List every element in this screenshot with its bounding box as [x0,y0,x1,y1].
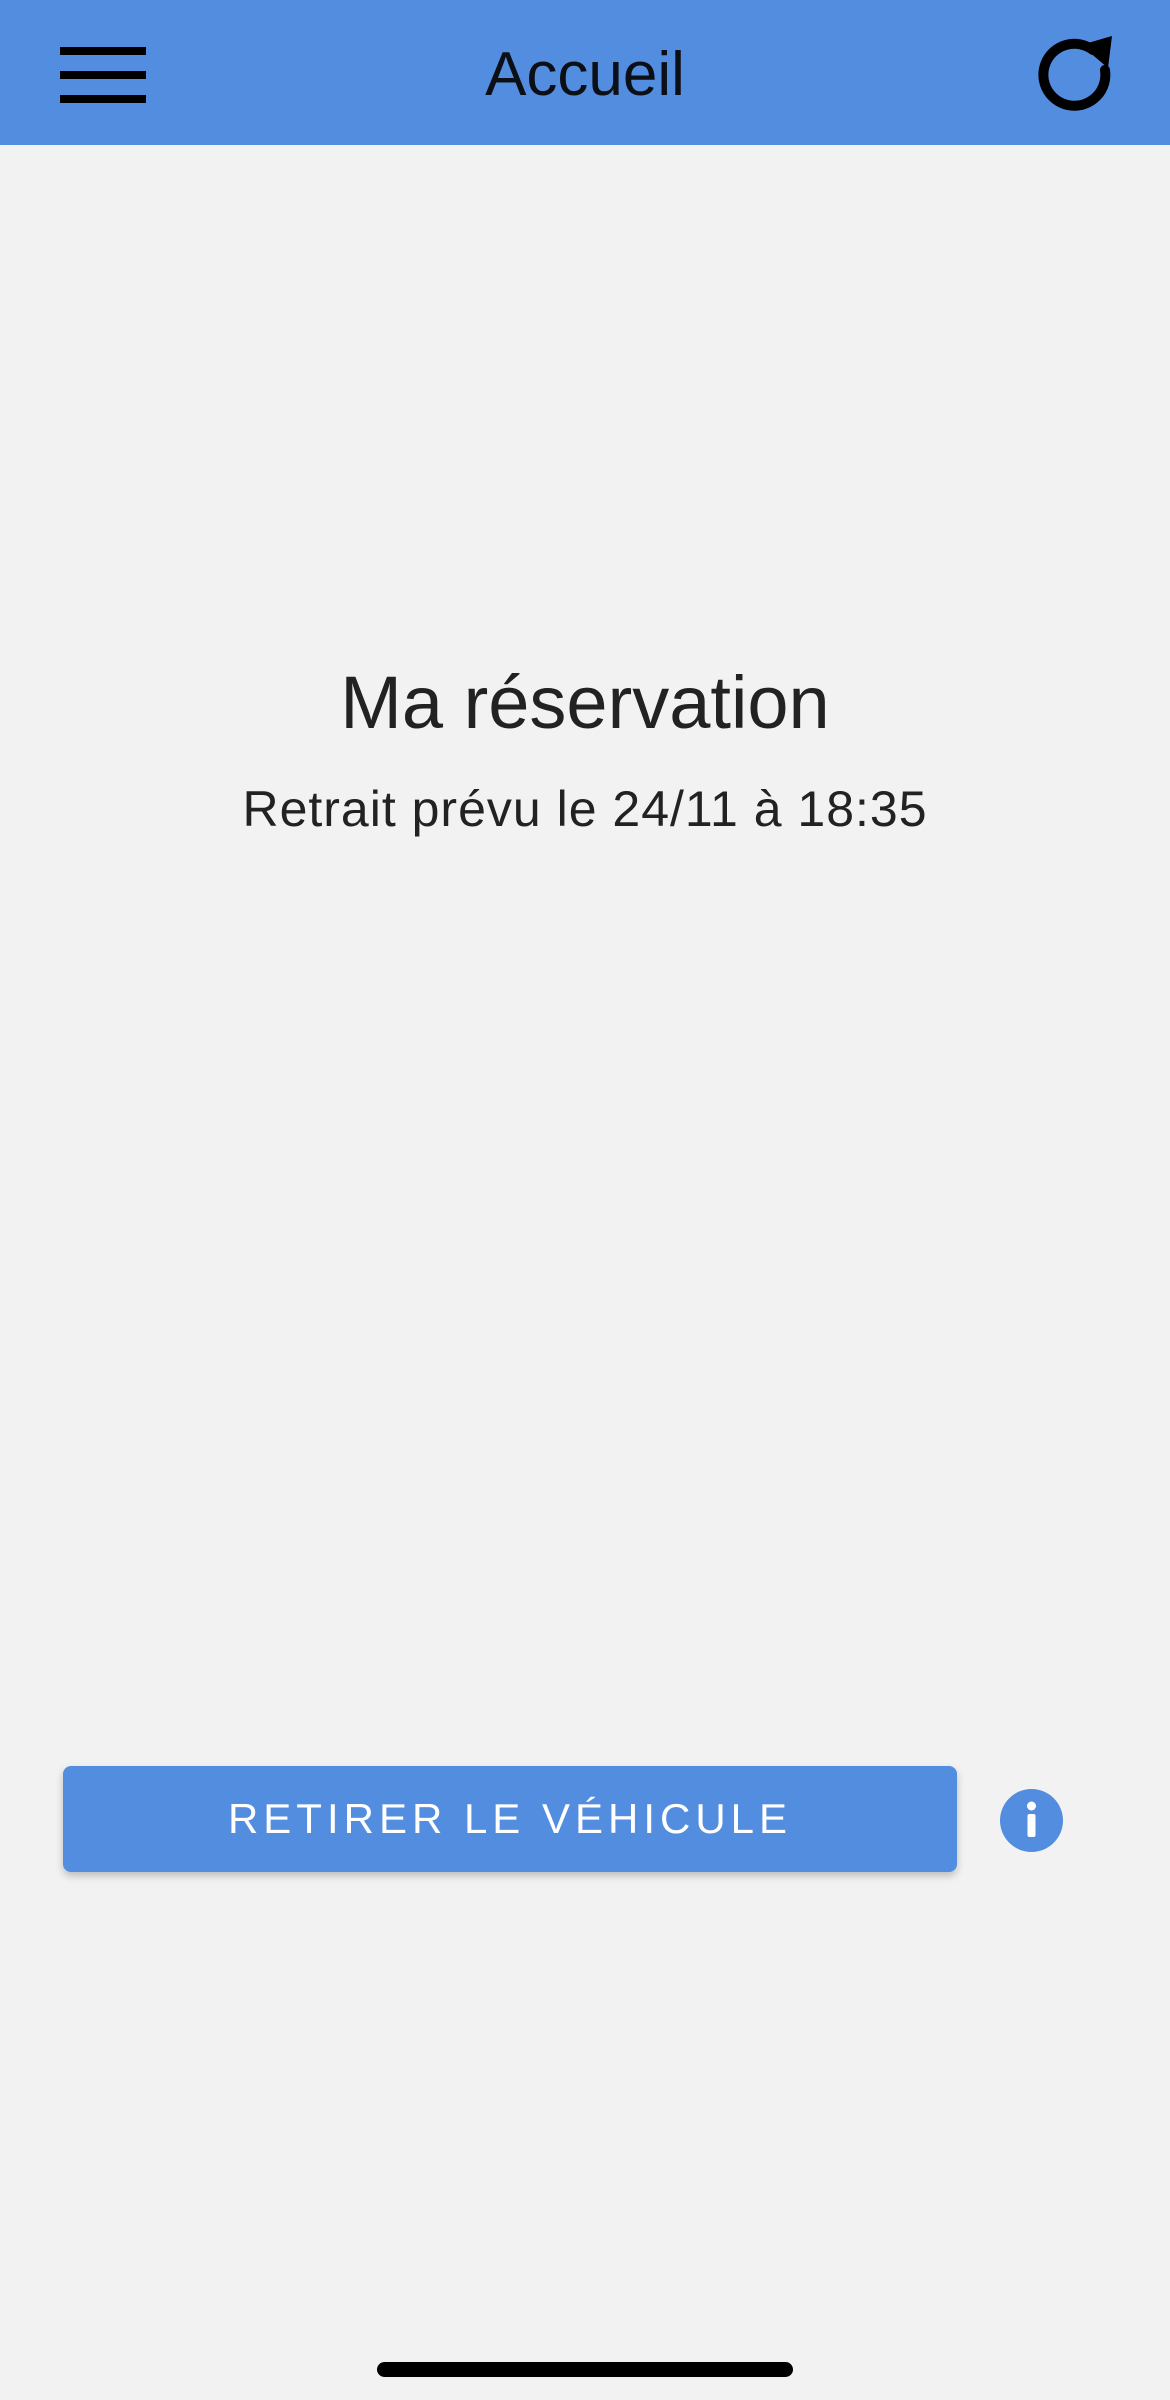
hamburger-menu-icon [60,47,146,103]
withdraw-vehicle-button[interactable]: RETIRER LE VÉHICULE [63,1766,957,1872]
menu-button[interactable] [50,30,156,116]
info-icon [1000,1789,1063,1852]
app-bar: Accueil [0,0,1170,145]
home-indicator [377,2362,793,2377]
page-title: Accueil [485,40,685,109]
reservation-pickup-time: Retrait prévu le 24/11 à 18:35 [242,781,928,837]
info-button[interactable] [1000,1789,1063,1852]
refresh-button[interactable] [1032,30,1122,120]
reservation-title: Ma réservation [340,661,830,744]
refresh-icon [1038,36,1112,111]
